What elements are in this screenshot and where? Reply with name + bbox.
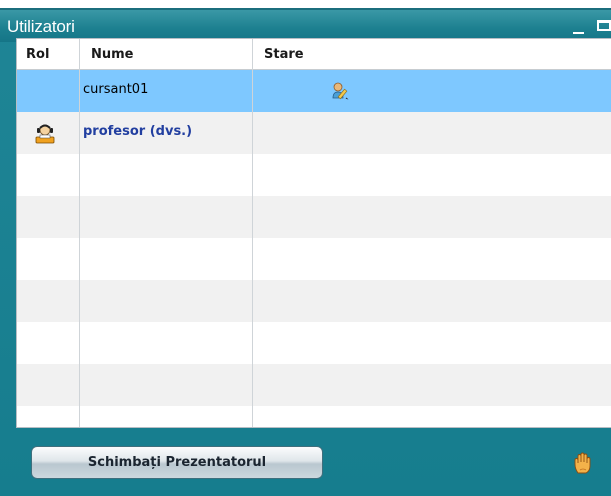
change-presenter-button[interactable]: Schimbați Prezentatorul [31,446,323,479]
table-row[interactable]: cursant01 [17,70,611,112]
users-table: Rol Nume Stare cursant01 profesor (dvs.) [16,38,611,428]
table-row-empty [17,196,611,238]
table-row-empty [17,406,611,427]
table-row-empty [17,154,611,196]
column-header-stare[interactable]: Stare [264,47,304,62]
column-header-rol[interactable]: Rol [26,47,49,62]
window-title: Utilizatori [7,17,75,36]
table-row[interactable]: profesor (dvs.) [17,112,611,154]
table-row-empty [17,364,611,406]
table-row-empty [17,322,611,364]
minimize-icon[interactable] [573,32,584,34]
column-divider [252,39,253,427]
user-name: cursant01 [83,82,149,97]
pencil-user-icon [330,81,350,101]
column-divider [79,39,80,427]
table-row-empty [17,238,611,280]
maximize-icon[interactable] [597,20,611,31]
users-window: Utilizatori Rol Nume Stare cursant01 pro… [0,8,611,496]
window-titlebar[interactable]: Utilizatori [0,8,611,42]
table-row-empty [17,280,611,322]
column-header-nume[interactable]: Nume [91,47,134,62]
user-name-current: profesor (dvs.) [83,124,193,139]
presenter-icon [34,122,56,144]
raise-hand-icon[interactable] [571,451,595,475]
table-header: Rol Nume Stare [17,39,611,70]
